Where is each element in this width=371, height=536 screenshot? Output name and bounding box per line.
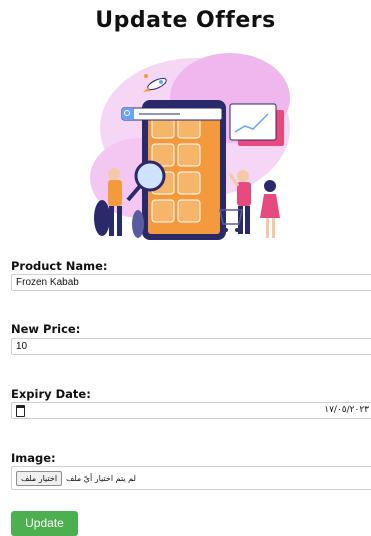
image-label: Image: bbox=[11, 451, 56, 465]
choose-file-button[interactable]: اختيار ملف bbox=[16, 471, 63, 486]
update-button[interactable]: Update bbox=[11, 511, 78, 536]
product-name-label: Product Name: bbox=[11, 259, 108, 273]
file-status-text: لم يتم اختيار أيّ ملف bbox=[66, 474, 136, 483]
image-file-input[interactable]: اختيار ملف لم يتم اختيار أيّ ملف bbox=[11, 466, 371, 490]
expiry-date-input[interactable]: ١٧/٠٥/٢٠٢٣ bbox=[11, 402, 371, 419]
expiry-date-label: Expiry Date: bbox=[11, 387, 91, 401]
new-price-label: New Price: bbox=[11, 322, 81, 336]
product-name-input[interactable] bbox=[11, 274, 371, 291]
shopping-illustration bbox=[90, 53, 290, 240]
page-title: Update Offers bbox=[95, 8, 276, 33]
new-price-input[interactable] bbox=[11, 338, 371, 355]
calendar-icon[interactable] bbox=[16, 405, 25, 417]
expiry-date-value: ١٧/٠٥/٢٠٢٣ bbox=[324, 405, 369, 415]
